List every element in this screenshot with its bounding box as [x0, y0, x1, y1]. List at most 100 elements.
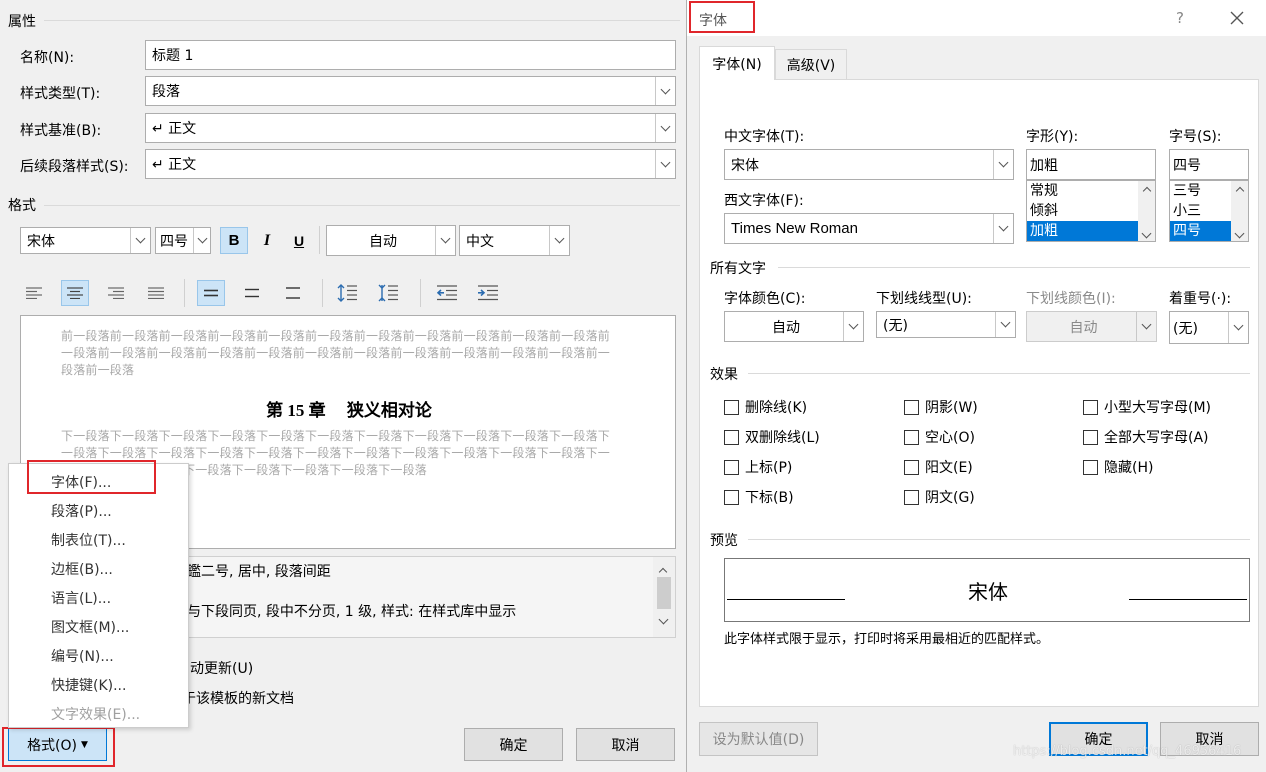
outline-checkbox[interactable]: 空心(O)	[904, 427, 975, 447]
tab-advanced[interactable]: 高级(V)	[775, 49, 847, 80]
menu-item-language[interactable]: 语言(L)...	[9, 583, 187, 612]
increase-indent-button[interactable]	[474, 280, 502, 306]
checkbox-box[interactable]	[904, 459, 919, 475]
checkbox-box[interactable]	[1083, 459, 1098, 475]
checkbox-box[interactable]	[904, 489, 919, 505]
chevron-down-icon[interactable]	[995, 312, 1015, 337]
superscript-checkbox[interactable]: 上标(P)	[724, 457, 792, 477]
justify-button[interactable]	[142, 280, 170, 306]
chevron-down-icon[interactable]	[1136, 312, 1156, 341]
west-font-select[interactable]: Times New Roman	[724, 213, 1014, 244]
font-style-input[interactable]: 加粗	[1026, 149, 1156, 180]
checkbox-box[interactable]	[724, 399, 739, 415]
subscript-checkbox[interactable]: 下标(B)	[724, 487, 794, 507]
bold-button[interactable]: B	[220, 227, 248, 254]
font-color-select[interactable]: 自动	[326, 225, 456, 256]
new-docs-label[interactable]: 于该模板的新文档	[182, 688, 294, 708]
chevron-down-icon[interactable]	[655, 114, 675, 142]
scrollbar[interactable]	[1138, 181, 1155, 241]
align-left-button[interactable]	[20, 280, 48, 306]
font-color-select[interactable]: 自动	[724, 311, 864, 342]
all-caps-checkbox[interactable]: 全部大写字母(A)	[1083, 427, 1209, 447]
list-item[interactable]: 加粗	[1027, 221, 1138, 241]
decrease-indent-button[interactable]	[433, 280, 461, 306]
list-item[interactable]: 四号	[1170, 221, 1231, 241]
checkbox-box[interactable]	[1083, 399, 1098, 415]
chevron-down-icon[interactable]	[993, 150, 1013, 179]
scroll-down-icon[interactable]	[658, 614, 669, 625]
menu-item-border[interactable]: 边框(B)...	[9, 554, 187, 583]
scroll-down-icon[interactable]	[1234, 228, 1245, 239]
cn-font-select[interactable]: 宋体	[724, 149, 1014, 180]
scroll-up-icon[interactable]	[1235, 186, 1244, 196]
style-type-select[interactable]: 段落	[145, 76, 676, 106]
chevron-down-icon[interactable]	[549, 226, 569, 255]
scrollbar[interactable]	[1231, 181, 1248, 241]
list-item[interactable]: 常规	[1027, 181, 1155, 201]
font-name-select[interactable]: 宋体	[20, 227, 151, 254]
cancel-button-label: 取消	[611, 737, 640, 754]
hidden-checkbox[interactable]: 隐藏(H)	[1083, 457, 1153, 477]
chevron-down-icon[interactable]	[193, 228, 210, 253]
cancel-button[interactable]: 取消	[576, 728, 675, 761]
auto-update-label[interactable]: 动更新(U)	[190, 658, 253, 678]
one-half-spacing-button[interactable]	[238, 280, 266, 306]
chevron-down-icon[interactable]	[993, 214, 1013, 243]
description-scrollbar[interactable]	[653, 557, 675, 637]
menu-item-frame[interactable]: 图文框(M)...	[9, 612, 187, 641]
checkbox-box[interactable]	[724, 429, 739, 445]
chevron-down-icon[interactable]	[843, 312, 863, 341]
checkbox-box[interactable]	[1083, 429, 1098, 445]
space-after-button[interactable]	[374, 280, 402, 306]
language-select[interactable]: 中文	[459, 225, 570, 256]
checkbox-box[interactable]	[724, 459, 739, 475]
checkbox-box[interactable]	[904, 429, 919, 445]
list-item[interactable]: 倾斜	[1027, 201, 1155, 221]
chevron-down-icon[interactable]	[435, 226, 455, 255]
chevron-down-icon[interactable]	[1228, 312, 1248, 343]
shadow-checkbox[interactable]: 阴影(W)	[904, 397, 978, 417]
chevron-down-icon[interactable]	[130, 228, 150, 253]
engrave-checkbox[interactable]: 阴文(G)	[904, 487, 975, 507]
menu-item-shortcut[interactable]: 快捷键(K)...	[9, 670, 187, 699]
style-based-select[interactable]: ↵ 正文	[145, 113, 676, 143]
underline-color-select[interactable]: 自动	[1026, 311, 1157, 342]
ok-button[interactable]: 确定	[464, 728, 563, 761]
chevron-down-icon[interactable]	[655, 150, 675, 178]
align-right-button[interactable]	[102, 280, 130, 306]
checkbox-box[interactable]	[904, 399, 919, 415]
double-spacing-button[interactable]	[279, 280, 307, 306]
scroll-down-icon[interactable]	[1141, 228, 1152, 239]
space-before-button[interactable]	[333, 280, 361, 306]
set-default-button[interactable]: 设为默认值(D)	[699, 722, 818, 756]
double-strikethrough-checkbox[interactable]: 双删除线(L)	[724, 427, 820, 447]
font-size-input[interactable]: 四号	[1169, 149, 1249, 180]
small-caps-checkbox[interactable]: 小型大写字母(M)	[1083, 397, 1211, 417]
emboss-checkbox[interactable]: 阳文(E)	[904, 457, 973, 477]
tab-font[interactable]: 字体(N)	[699, 46, 775, 80]
single-spacing-button[interactable]	[197, 280, 225, 306]
font-style-list[interactable]: 常规 倾斜 加粗	[1026, 180, 1156, 242]
name-input[interactable]: 标题 1	[145, 40, 676, 70]
underline-type-select[interactable]: (无)	[876, 311, 1016, 338]
strikethrough-checkbox[interactable]: 删除线(K)	[724, 397, 807, 417]
emphasis-select[interactable]: (无)	[1169, 311, 1249, 344]
italic-button[interactable]: I	[253, 227, 281, 254]
font-size-list[interactable]: 三号 小三 四号	[1169, 180, 1249, 242]
scroll-thumb[interactable]	[657, 577, 671, 609]
all-text-section-title: 所有文字	[710, 261, 766, 277]
menu-item-tabs[interactable]: 制表位(T)...	[9, 525, 187, 554]
underline-button[interactable]: U	[285, 227, 313, 254]
chevron-down-icon[interactable]	[655, 77, 675, 105]
next-style-select[interactable]: ↵ 正文	[145, 149, 676, 179]
close-icon[interactable]	[1228, 9, 1246, 27]
help-icon[interactable]: ?	[1176, 9, 1184, 27]
checkbox-box[interactable]	[724, 489, 739, 505]
menu-item-paragraph[interactable]: 段落(P)...	[9, 496, 187, 525]
menu-item-text-effects[interactable]: 文字效果(E)...	[9, 699, 187, 728]
scroll-up-icon[interactable]	[658, 566, 668, 577]
font-size-select[interactable]: 四号	[155, 227, 211, 254]
align-center-button[interactable]	[61, 280, 89, 306]
scroll-up-icon[interactable]	[1142, 186, 1151, 196]
menu-item-numbering[interactable]: 编号(N)...	[9, 641, 187, 670]
